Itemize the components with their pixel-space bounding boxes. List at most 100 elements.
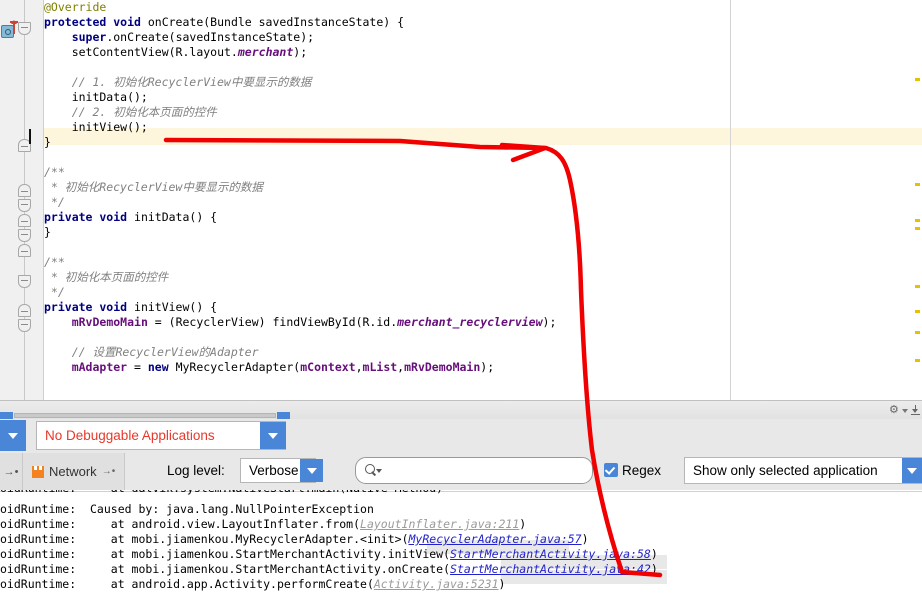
- code-token: @Override: [44, 0, 107, 14]
- chevron-down-icon[interactable]: [376, 469, 382, 473]
- logcat-source-link[interactable]: Activity.java:5231: [374, 577, 499, 591]
- log-level-label: Log level:: [167, 463, 225, 478]
- debuggable-app-selector[interactable]: No Debuggable Applications: [36, 421, 286, 450]
- text-caret: [29, 129, 31, 144]
- code-token: * 初始化本页面的控件: [44, 270, 169, 284]
- logcat-filter-value: Show only selected application: [693, 463, 878, 478]
- debuggable-app-value: No Debuggable Applications: [45, 428, 215, 443]
- debuggable-app-dropdown-arrow[interactable]: [260, 422, 286, 449]
- code-line: * 初始化RecyclerView中要显示的数据: [44, 180, 263, 195]
- code-token: * 初始化RecyclerView中要显示的数据: [44, 180, 263, 194]
- warning-marker[interactable]: [915, 219, 920, 222]
- code-line: */: [44, 285, 65, 300]
- code-fold-icon[interactable]: [18, 304, 31, 317]
- download-icon[interactable]: [911, 405, 920, 415]
- warning-marker[interactable]: [915, 310, 920, 313]
- code-token: );: [542, 315, 557, 329]
- logcat-source-link[interactable]: LayoutInflater.java:211: [360, 517, 519, 531]
- logcat-filter-dropdown-arrow[interactable]: [902, 458, 922, 483]
- code-token: */: [44, 285, 65, 299]
- gear-icon[interactable]: ⚙: [889, 405, 900, 416]
- chevron-down-icon[interactable]: [902, 409, 908, 413]
- code-fold-icon[interactable]: [18, 244, 31, 257]
- monitor-tab-strip[interactable]: →• Network →•: [0, 453, 126, 490]
- code-line: private void initData() {: [44, 210, 217, 225]
- code-fold-icon[interactable]: [18, 229, 31, 242]
- code-fold-icon[interactable]: [18, 199, 31, 212]
- code-token: /**: [44, 255, 65, 269]
- code-line: */: [44, 195, 65, 210]
- logcat-source-link[interactable]: StartMerchantActivity.java:42: [450, 562, 651, 576]
- code-token: initView();: [44, 120, 148, 134]
- regex-checkbox[interactable]: [604, 463, 618, 477]
- code-line: // 2. 初始化本页面的控件: [44, 105, 217, 120]
- code-token: // 2. 初始化本页面的控件: [44, 105, 217, 119]
- code-fold-icon[interactable]: [18, 184, 31, 197]
- editor-horizontal-scrollbar[interactable]: [0, 412, 290, 419]
- warning-marker[interactable]: [915, 227, 920, 230]
- code-token: private void: [44, 300, 128, 314]
- logcat-text: oidRuntime: at mobi.jiamenkou.StartMerch…: [0, 562, 451, 576]
- logcat-text: oidRuntime: at mobi.jiamenkou.StartMerch…: [0, 547, 451, 561]
- code-token: merchant: [237, 45, 294, 59]
- logcat-line: oidRuntime: at mobi.jiamenkou.MyRecycler…: [0, 532, 589, 548]
- code-line: /**: [44, 255, 65, 270]
- right-margin-guide: [730, 0, 731, 400]
- code-line: @Override: [44, 0, 106, 15]
- logcat-line: oidRuntime: at android.app.Activity.perf…: [0, 577, 505, 593]
- code-token: protected void: [44, 15, 141, 29]
- code-token: mList: [362, 360, 398, 374]
- warning-marker[interactable]: [915, 359, 920, 362]
- code-fold-icon[interactable]: [18, 214, 31, 227]
- code-token: = (RecyclerView) findViewById(R.id.: [147, 315, 398, 329]
- code-fold-icon[interactable]: [18, 319, 31, 332]
- code-line: /**: [44, 165, 65, 180]
- code-editor[interactable]: @Override protected void onCreate(Bundle …: [0, 0, 922, 400]
- code-line: protected void onCreate(Bundle savedInst…: [44, 15, 404, 30]
- code-line: private void initView() {: [44, 300, 217, 315]
- tab-network[interactable]: Network →•: [23, 453, 126, 490]
- tab-scroll-left-icon[interactable]: →•: [0, 453, 23, 490]
- code-token: // 1. 初始化RecyclerView中要显示的数据: [44, 75, 312, 89]
- code-token: }: [44, 135, 51, 149]
- override-arrow-icon: [10, 20, 18, 34]
- device-dropdown-button[interactable]: [0, 420, 26, 451]
- logcat-line: oidRuntime: at mobi.jiamenkou.StartMerch…: [0, 562, 658, 578]
- warning-marker[interactable]: [915, 183, 920, 186]
- logcat-text: ): [519, 517, 527, 531]
- code-fold-icon[interactable]: [18, 22, 31, 35]
- logcat-filter-select[interactable]: Show only selected application: [684, 457, 922, 484]
- editor-gutter[interactable]: [0, 0, 44, 400]
- logcat-search-input[interactable]: [355, 457, 593, 484]
- code-token: );: [293, 45, 308, 59]
- logcat-source-link[interactable]: MyRecyclerAdapter.java:57: [409, 532, 582, 546]
- logcat-output[interactable]: oidRuntime: at dalvik.system.NativeStart…: [0, 490, 922, 603]
- code-line: }: [44, 135, 51, 150]
- code-token: initView() {: [127, 300, 218, 314]
- network-monitor-icon: [32, 465, 44, 478]
- logcat-text: ): [650, 562, 658, 576]
- code-token: mRvDemoMain: [71, 315, 148, 329]
- code-token: MyRecyclerAdapter(: [168, 360, 301, 374]
- logcat-line: oidRuntime: at mobi.jiamenkou.StartMerch…: [0, 547, 658, 563]
- code-line: initData();: [44, 90, 148, 105]
- warning-marker[interactable]: [915, 78, 920, 81]
- logcat-text: oidRuntime: Caused by: java.lang.NullPoi…: [0, 502, 374, 516]
- log-level-value: Verbose: [249, 463, 299, 478]
- code-token: mAdapter: [71, 360, 128, 374]
- code-fold-icon[interactable]: [18, 275, 31, 288]
- regex-label: Regex: [622, 463, 662, 478]
- code-line: // 1. 初始化RecyclerView中要显示的数据: [44, 75, 312, 90]
- warning-marker[interactable]: [915, 331, 920, 334]
- logcat-text: oidRuntime: at dalvik.system.NativeStart…: [0, 490, 443, 495]
- warning-marker[interactable]: [915, 285, 920, 288]
- tab-scroll-right-icon[interactable]: →•: [102, 466, 116, 477]
- search-icon: [365, 464, 375, 474]
- logcat-text: ): [498, 577, 506, 591]
- log-level-dropdown-arrow[interactable]: [300, 459, 323, 482]
- code-line: }: [44, 225, 51, 240]
- logcat-line: oidRuntime: Caused by: java.lang.NullPoi…: [0, 502, 374, 518]
- logcat-source-link[interactable]: StartMerchantActivity.java:58: [450, 547, 651, 561]
